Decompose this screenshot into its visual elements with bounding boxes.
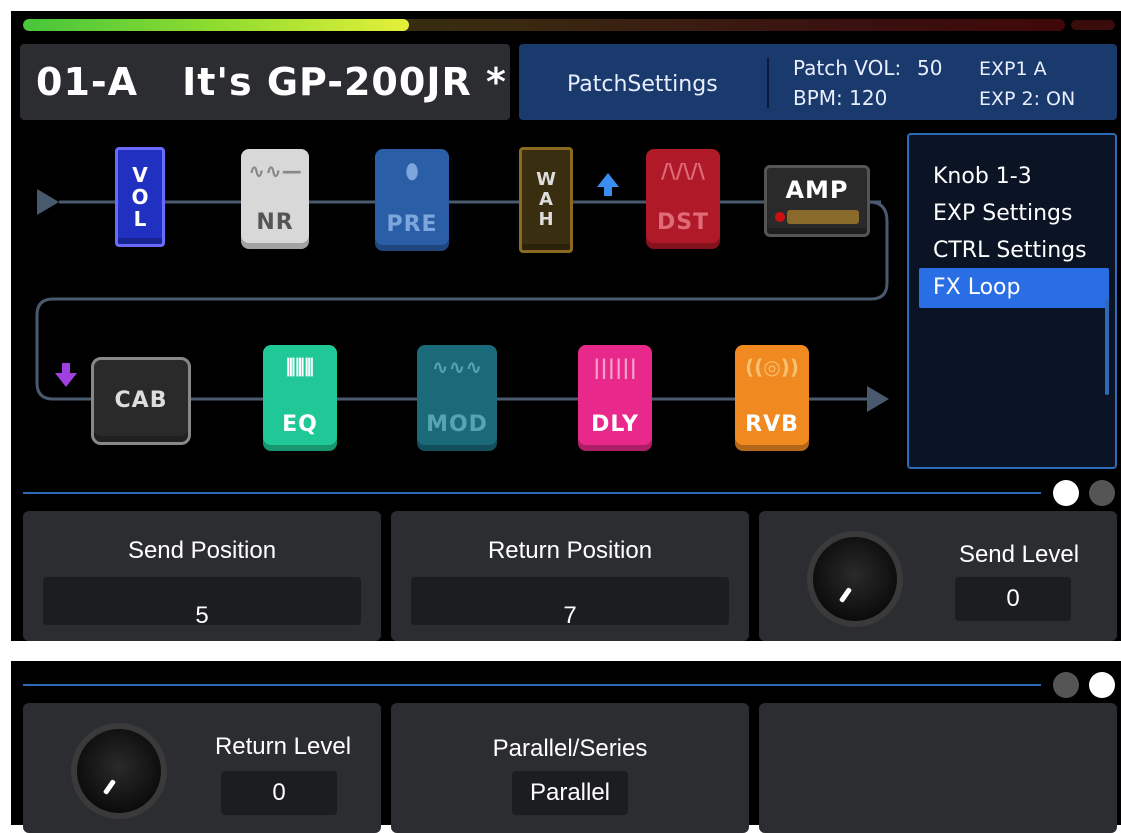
- vol-pedal-block[interactable]: VOL: [115, 147, 165, 247]
- patch-vol-value: 50: [917, 56, 943, 80]
- parallel-series-value[interactable]: Parallel: [512, 771, 628, 815]
- divider: [767, 58, 769, 108]
- return-level-label: Return Level: [214, 733, 352, 760]
- modulation-wave-icon: ∿∿∿: [431, 355, 483, 379]
- fx-loop-send-arrow-icon: [597, 173, 619, 187]
- return-level-value[interactable]: 0: [221, 771, 337, 815]
- send-position-panel[interactable]: Send Position 5: [23, 511, 381, 641]
- input-level-meter: [23, 19, 1065, 31]
- patch-vol-label: Patch VOL:: [793, 56, 902, 80]
- dst-pedal-block[interactable]: /\/\/\ DST: [646, 149, 720, 249]
- eq-sliders-icon: ⫼⫼⫼: [286, 355, 314, 379]
- send-position-value[interactable]: 5: [43, 577, 361, 629]
- page-dot-1-active[interactable]: [1053, 480, 1079, 506]
- page-dot-2-active[interactable]: [1089, 672, 1115, 698]
- chain-output-arrow-icon: [867, 386, 889, 412]
- menu-item-fx-loop[interactable]: FX Loop: [919, 268, 1109, 308]
- chain-input-arrow-icon: [37, 189, 59, 215]
- dly-pedal-block[interactable]: |||||| DLY: [578, 345, 652, 451]
- amp-led-icon: [775, 212, 785, 222]
- fx-loop-screen-page-1: 01-A It's GP-200JR * PatchSettings Patch…: [11, 11, 1121, 641]
- bpm-readout: BPM: 120: [793, 86, 888, 110]
- preamp-knob-icon: ⬮: [405, 159, 419, 183]
- parallel-series-label: Parallel/Series: [492, 735, 648, 762]
- delay-bars-icon: ||||||: [593, 355, 637, 379]
- fx-loop-screen-page-2: Return Level 0 Parallel/Series Parallel: [11, 661, 1121, 833]
- send-level-panel[interactable]: Send Level 0: [759, 511, 1117, 641]
- fx-loop-send-arrow-stem: [604, 186, 612, 196]
- patch-number: 01-A: [36, 60, 139, 104]
- page-dot-1[interactable]: [1053, 672, 1079, 698]
- reverb-rings-icon: ((◎)): [744, 355, 799, 379]
- vol-pedal-label: VOL: [131, 163, 149, 231]
- return-position-label: Return Position: [487, 537, 653, 564]
- clip-indicator: [1071, 20, 1115, 30]
- return-position-panel[interactable]: Return Position 7: [391, 511, 749, 641]
- wah-pedal-label: WAH: [536, 169, 556, 230]
- pre-pedal-block[interactable]: ⬮ PRE: [375, 149, 449, 251]
- dst-pedal-label: DST: [656, 210, 710, 235]
- parallel-series-panel[interactable]: Parallel/Series Parallel: [391, 703, 749, 833]
- dly-pedal-label: DLY: [591, 412, 639, 437]
- eq-pedal-block[interactable]: ⫼⫼⫼ EQ: [263, 345, 337, 451]
- send-position-label: Send Position: [127, 537, 277, 564]
- menu-item-ctrl-settings[interactable]: CTRL Settings: [919, 231, 1109, 271]
- waveform-icon: ∿∿—: [248, 159, 302, 183]
- pre-pedal-label: PRE: [386, 212, 438, 237]
- empty-param-panel: [759, 703, 1117, 833]
- send-level-label: Send Level: [958, 541, 1080, 568]
- rvb-pedal-label: RVB: [745, 412, 799, 437]
- distortion-wave-icon: /\/\/\: [661, 159, 705, 183]
- send-level-knob[interactable]: [807, 531, 903, 627]
- fx-loop-return-arrow-icon: [55, 373, 77, 387]
- page-dot-2[interactable]: [1089, 480, 1115, 506]
- page-divider: [23, 492, 1041, 494]
- eq-pedal-label: EQ: [282, 412, 318, 437]
- rvb-pedal-block[interactable]: ((◎)) RVB: [735, 345, 809, 451]
- cab-label: CAB: [114, 388, 168, 413]
- menu-item-exp-settings[interactable]: EXP Settings: [919, 194, 1109, 234]
- page-divider: [23, 684, 1041, 686]
- mod-pedal-label: MOD: [426, 412, 488, 437]
- nr-pedal-label: NR: [256, 210, 294, 235]
- exp1-readout: EXP1 A: [979, 58, 1047, 80]
- return-level-panel[interactable]: Return Level 0: [23, 703, 381, 833]
- settings-menu: Knob 1-3 EXP Settings CTRL Settings FX L…: [907, 133, 1117, 469]
- return-level-knob[interactable]: [71, 723, 167, 819]
- fx-loop-return-arrow-stem: [62, 363, 70, 373]
- menu-item-knob-1-3[interactable]: Knob 1-3: [919, 157, 1109, 197]
- send-level-value[interactable]: 0: [955, 577, 1071, 621]
- patch-settings-button[interactable]: PatchSettings: [567, 72, 718, 97]
- amp-knobs-icon: [787, 210, 859, 224]
- knob-indicator-icon: [102, 779, 117, 795]
- patch-settings-bar[interactable]: PatchSettings Patch VOL: 50 BPM: 120 EXP…: [519, 44, 1117, 120]
- menu-scrollbar[interactable]: [1105, 299, 1109, 395]
- mod-pedal-block[interactable]: ∿∿∿ MOD: [417, 345, 497, 451]
- cab-block[interactable]: CAB: [91, 357, 191, 445]
- nr-pedal-block[interactable]: ∿∿— NR: [241, 149, 309, 249]
- signal-chain: VOL ∿∿— NR ⬮ PRE WAH /\/\/\ DST AMP CAB: [11, 131, 911, 471]
- patch-title-box[interactable]: 01-A It's GP-200JR *: [20, 44, 510, 120]
- wah-pedal-block[interactable]: WAH: [519, 147, 573, 253]
- exp2-readout: EXP 2: ON: [979, 88, 1076, 110]
- amp-block[interactable]: AMP: [764, 165, 870, 237]
- return-position-value[interactable]: 7: [411, 577, 729, 629]
- knob-indicator-icon: [838, 587, 853, 603]
- level-meter-fill: [23, 19, 409, 31]
- amp-label: AMP: [785, 176, 849, 204]
- patch-name: It's GP-200JR *: [182, 60, 507, 104]
